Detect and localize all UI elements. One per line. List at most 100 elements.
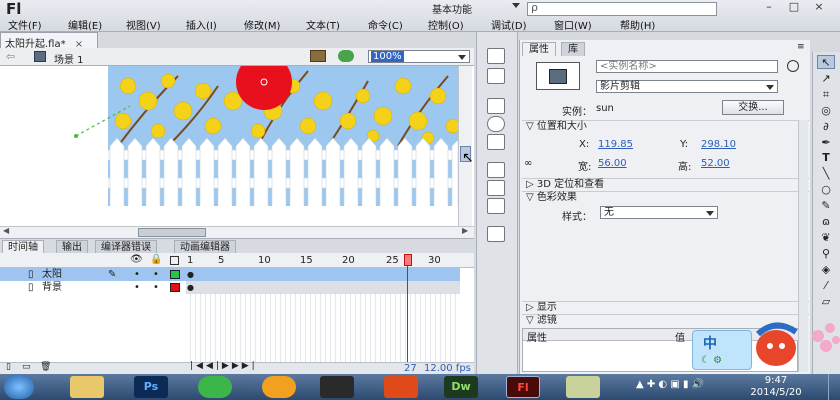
info-icon[interactable] xyxy=(487,116,505,132)
height-value[interactable]: 52.00 xyxy=(701,158,730,169)
document-tab[interactable]: 太阳升起.fla* × xyxy=(0,32,98,50)
swatches-icon[interactable] xyxy=(487,68,505,84)
brush-tool-icon[interactable]: ɷ xyxy=(817,215,835,229)
menu-insert[interactable]: 插入(I) xyxy=(186,17,217,32)
motion-presets-icon[interactable] xyxy=(487,198,505,214)
zoom-select[interactable]: 100% xyxy=(368,50,470,63)
current-frame[interactable]: 27 xyxy=(404,363,417,374)
ime-settings-icon[interactable]: ☾ ⚙ xyxy=(701,355,722,366)
presentation-icon[interactable] xyxy=(384,376,418,398)
link-icon[interactable]: ∞ xyxy=(524,158,532,169)
tab-library[interactable]: 库 xyxy=(561,42,585,56)
taskbar-app-fl[interactable]: Fl xyxy=(506,376,540,398)
layer-frames-sun[interactable] xyxy=(186,268,460,281)
video-recorder-icon[interactable] xyxy=(320,376,354,398)
menu-control[interactable]: 控制(O) xyxy=(428,17,464,32)
color-panel-icon[interactable] xyxy=(487,48,505,64)
playback-controls[interactable]: |◀◀|▶▶▶| xyxy=(190,361,258,371)
show-desktop-button[interactable] xyxy=(828,374,840,400)
transform-icon[interactable] xyxy=(487,134,505,150)
style-select[interactable]: 无 xyxy=(600,206,718,219)
scroll-right-icon[interactable]: ▶ xyxy=(462,226,468,235)
lock-icon[interactable]: 🔒 xyxy=(150,254,162,265)
outline-icon[interactable] xyxy=(170,256,179,265)
deco-tool-icon[interactable]: ❦ xyxy=(817,231,835,245)
menu-file[interactable]: 文件(F) xyxy=(8,17,42,32)
layer-frames-background[interactable] xyxy=(186,281,460,294)
line-tool-icon[interactable]: ╲ xyxy=(817,167,835,181)
instance-name-input[interactable]: <实例名称> xyxy=(596,60,778,73)
new-folder-icon[interactable]: ▭ xyxy=(22,362,31,372)
menu-help[interactable]: 帮助(H) xyxy=(620,17,655,32)
components-icon[interactable] xyxy=(487,162,505,178)
layer-color-swatch[interactable] xyxy=(170,283,180,292)
menu-edit[interactable]: 编辑(E) xyxy=(68,17,102,32)
close-button[interactable]: × xyxy=(808,1,830,14)
tab-compiler-errors[interactable]: 编译器错误 xyxy=(95,240,157,254)
system-tray[interactable]: ▲ ✚ ◐ ▣ ▮ 🔊 xyxy=(636,379,740,395)
frame-rate[interactable]: 12.00 fps xyxy=(424,363,471,374)
qq-icon[interactable] xyxy=(262,376,296,398)
edit-scene-icon[interactable] xyxy=(310,50,326,62)
section-color-effect[interactable]: ▽ 色彩效果 xyxy=(522,191,809,204)
new-layer-icon[interactable]: ▯ xyxy=(6,362,11,372)
back-arrow-icon[interactable]: ⇦ xyxy=(6,50,15,63)
playhead-handle[interactable] xyxy=(404,254,412,266)
tab-motion-editor[interactable]: 动画编辑器 xyxy=(174,240,236,254)
visibility-dot[interactable]: • xyxy=(134,281,140,294)
menu-text[interactable]: 文本(T) xyxy=(306,17,340,32)
symbol-type-select[interactable]: 影片剪辑 xyxy=(596,80,778,93)
tab-output[interactable]: 输出 xyxy=(56,240,88,254)
eraser-tool-icon[interactable]: ▱ xyxy=(817,295,835,309)
free-transform-tool-icon[interactable]: ⌗ xyxy=(817,88,835,102)
section-3d[interactable]: ▷ 3D 定位和查看 xyxy=(522,178,809,191)
paint-bucket-tool-icon[interactable]: ◈ xyxy=(817,263,835,277)
scroll-thumb[interactable] xyxy=(138,228,206,237)
oval-tool-icon[interactable]: ○ xyxy=(817,183,835,197)
section-position-size[interactable]: ▽ 位置和大小 xyxy=(522,120,809,133)
edit-symbol-icon[interactable] xyxy=(787,60,799,72)
lock-dot[interactable]: • xyxy=(153,281,159,294)
lasso-tool-icon[interactable]: ∂ xyxy=(817,120,835,134)
menu-commands[interactable]: 命令(C) xyxy=(368,17,403,32)
layer-row-sun[interactable]: ▯ 太阳 ✎ • • xyxy=(0,268,186,281)
layer-row-background[interactable]: ▯ 背景 • • xyxy=(0,281,186,294)
workspace-switcher[interactable]: 基本功能 xyxy=(432,1,522,16)
archive-icon[interactable] xyxy=(566,376,600,398)
selection-tool-icon[interactable]: ↖ xyxy=(817,55,835,69)
layer-color-swatch[interactable] xyxy=(170,270,180,279)
visibility-dot[interactable]: • xyxy=(134,268,140,281)
maximize-button[interactable]: □ xyxy=(783,1,805,14)
stage-vertical-scrollbar[interactable] xyxy=(458,66,472,226)
delete-layer-icon[interactable]: 🗑 xyxy=(40,362,51,372)
tab-properties[interactable]: 属性 xyxy=(522,42,556,56)
ime-mode-label[interactable]: 中 xyxy=(703,333,717,353)
text-tool-icon[interactable]: T xyxy=(817,151,835,165)
swap-button[interactable]: 交换... xyxy=(722,100,784,115)
panel-menu-icon[interactable]: ≡ xyxy=(797,42,805,52)
width-value[interactable]: 56.00 xyxy=(598,158,627,169)
taskbar-clock[interactable]: 9:47 2014/5/20 xyxy=(746,374,806,400)
keyframe-dot[interactable]: ● xyxy=(187,270,194,279)
taskbar-app-dw[interactable]: Dw xyxy=(444,376,478,398)
start-button[interactable] xyxy=(4,375,34,399)
eye-icon[interactable]: 👁 xyxy=(130,254,143,265)
component-inspector-icon[interactable] xyxy=(487,180,505,196)
menu-view[interactable]: 视图(V) xyxy=(126,17,161,32)
scene-label[interactable]: 场景 1 xyxy=(54,51,84,66)
browser-icon[interactable] xyxy=(198,376,232,398)
pencil-tool-icon[interactable]: ✎ xyxy=(817,199,835,213)
subselection-tool-icon[interactable]: ↗ xyxy=(817,72,835,86)
explorer-icon[interactable] xyxy=(70,376,104,398)
edit-symbol-icon[interactable] xyxy=(338,50,354,62)
tab-timeline[interactable]: 时间轴 xyxy=(2,240,44,254)
x-value[interactable]: 119.85 xyxy=(598,139,633,150)
align-icon[interactable] xyxy=(487,98,505,114)
stage-horizontal-scrollbar[interactable]: ◀ ▶ xyxy=(0,226,474,238)
lock-dot[interactable]: • xyxy=(153,268,159,281)
y-value[interactable]: 298.10 xyxy=(701,139,736,150)
menu-debug[interactable]: 调试(D) xyxy=(491,17,527,32)
bone-tool-icon[interactable]: ⚲ xyxy=(817,247,835,261)
help-search-input[interactable]: ρ xyxy=(527,1,717,16)
stage-canvas[interactable] xyxy=(108,66,458,224)
